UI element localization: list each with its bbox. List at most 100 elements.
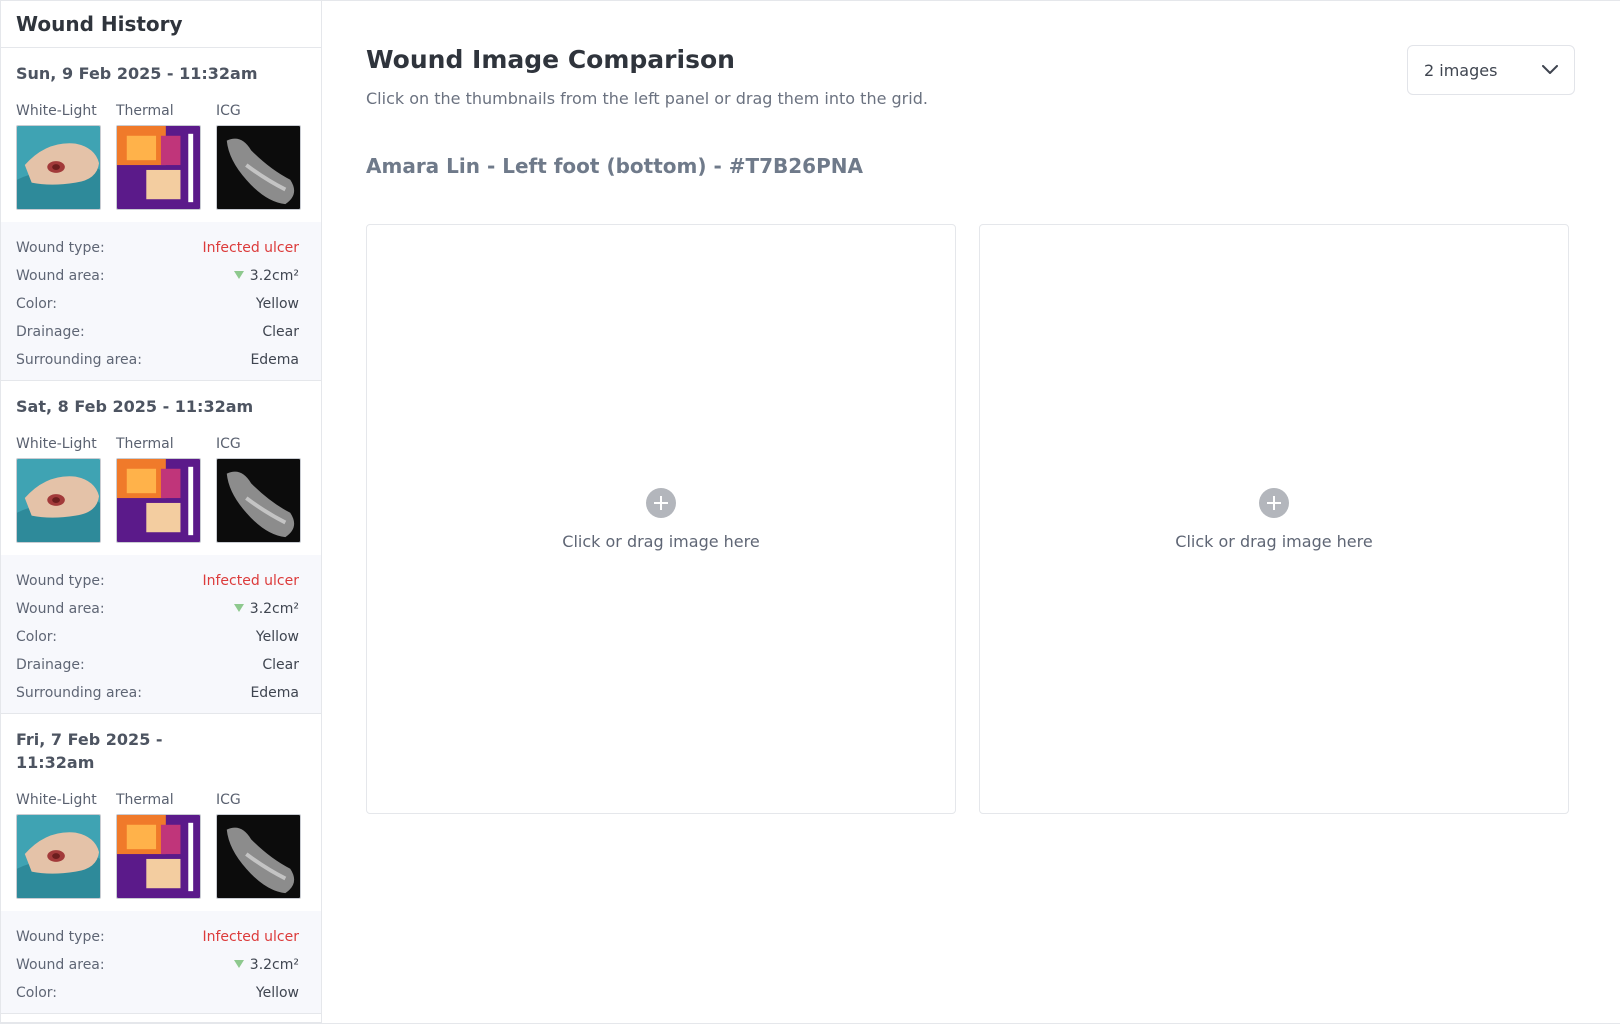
- prop-value: Yellow: [255, 985, 299, 1001]
- prop-value-wrap: 3.2cm²: [233, 601, 299, 617]
- thumbnail-row: White-Light Thermal ICG: [16, 792, 306, 899]
- prop-value: Infected ulcer: [202, 929, 299, 945]
- prop-value: 3.2cm²: [249, 268, 299, 284]
- prop-color: Color: Yellow: [16, 979, 299, 1007]
- prop-label: Surrounding area:: [16, 685, 142, 701]
- thumb-label: Thermal: [116, 103, 174, 119]
- history-entry[interactable]: Sat, 8 Feb 2025 - 11:32am White-Light Th…: [1, 381, 321, 714]
- thumb-label: White-Light: [16, 103, 97, 119]
- prop-label: Wound type:: [16, 573, 105, 589]
- prop-wound-area: Wound area: 3.2cm²: [16, 262, 299, 290]
- history-entry[interactable]: Fri, 7 Feb 2025 - 11:32am White-Light Th…: [1, 714, 321, 1014]
- thermal-image: [117, 459, 200, 542]
- thermal-thumbnail[interactable]: [116, 814, 201, 899]
- prop-value: 3.2cm²: [249, 601, 299, 617]
- prop-value: Infected ulcer: [202, 240, 299, 256]
- prop-label: Drainage:: [16, 657, 85, 673]
- select-value: 2 images: [1424, 60, 1498, 80]
- image-dropzone-2[interactable]: Click or drag image here: [979, 224, 1569, 814]
- prop-color: Color: Yellow: [16, 623, 299, 651]
- bottom-divider: [0, 1023, 1620, 1024]
- icg-image: [217, 815, 300, 898]
- sidebar-title: Wound History: [1, 1, 321, 48]
- thumb-icg[interactable]: ICG: [216, 436, 301, 543]
- white-light-thumbnail[interactable]: [16, 458, 101, 543]
- image-count-select[interactable]: 2 images: [1407, 45, 1575, 95]
- app-window: Wound History Sun, 9 Feb 2025 - 11:32am …: [0, 0, 1620, 1028]
- icg-thumbnail[interactable]: [216, 814, 301, 899]
- plus-circle-icon: [646, 487, 676, 518]
- prop-surrounding-area: Surrounding area: Edema: [16, 679, 299, 707]
- prop-wound-type: Wound type: Infected ulcer: [16, 234, 299, 262]
- prop-label: Color:: [16, 985, 58, 1001]
- dropzone-text: Click or drag image here: [1175, 531, 1373, 551]
- entry-properties: Wound type: Infected ulcer Wound area: 3…: [1, 222, 321, 380]
- entry-date: Fri, 7 Feb 2025 - 11:32am: [16, 730, 163, 772]
- thumb-icg[interactable]: ICG: [216, 103, 301, 210]
- thumb-label: Thermal: [116, 436, 174, 452]
- entry-header: Fri, 7 Feb 2025 - 11:32am White-Light Th…: [1, 714, 321, 911]
- thumbnail-row: White-Light Thermal ICG: [16, 436, 306, 543]
- thermal-thumbnail[interactable]: [116, 458, 201, 543]
- thumb-icg[interactable]: ICG: [216, 792, 301, 899]
- thermal-image: [117, 815, 200, 898]
- thumb-white-light[interactable]: White-Light: [16, 792, 101, 899]
- white-light-thumbnail[interactable]: [16, 125, 101, 210]
- thumb-thermal[interactable]: Thermal: [116, 792, 201, 899]
- thumb-label: White-Light: [16, 436, 97, 452]
- prop-wound-area: Wound area: 3.2cm²: [16, 951, 299, 979]
- patient-label: Amara Lin - Left foot (bottom) - #T7B26P…: [366, 154, 863, 178]
- thermal-thumbnail[interactable]: [116, 125, 201, 210]
- prop-label: Surrounding area:: [16, 352, 142, 368]
- thumb-thermal[interactable]: Thermal: [116, 436, 201, 543]
- prop-value: Edema: [250, 352, 299, 368]
- entry-properties: Wound type: Infected ulcer Wound area: 3…: [1, 555, 321, 713]
- chevron-down-icon: [1542, 65, 1558, 74]
- image-dropzone-1[interactable]: Click or drag image here: [366, 224, 956, 814]
- prop-drainage: Drainage: Clear: [16, 651, 299, 679]
- entry-properties: Wound type: Infected ulcer Wound area: 3…: [1, 911, 321, 1013]
- prop-label: Color:: [16, 629, 58, 645]
- page-title: Wound Image Comparison: [366, 45, 735, 74]
- prop-value: Yellow: [255, 296, 299, 312]
- icg-thumbnail[interactable]: [216, 125, 301, 210]
- prop-drainage: Drainage: Clear: [16, 318, 299, 346]
- prop-label: Drainage:: [16, 324, 85, 340]
- prop-value: Yellow: [255, 629, 299, 645]
- prop-value: Edema: [250, 685, 299, 701]
- icg-image: [217, 459, 300, 542]
- prop-value: 3.2cm²: [249, 957, 299, 973]
- thermal-image: [117, 126, 200, 209]
- thumb-label: Thermal: [116, 792, 174, 808]
- page-subtitle: Click on the thumbnails from the left pa…: [366, 89, 928, 108]
- entry-header: Sun, 9 Feb 2025 - 11:32am White-Light Th…: [1, 48, 321, 222]
- prop-color: Color: Yellow: [16, 290, 299, 318]
- thumb-white-light[interactable]: White-Light: [16, 103, 101, 210]
- wound-history-sidebar: Wound History Sun, 9 Feb 2025 - 11:32am …: [0, 1, 322, 1023]
- triangle-down-icon: [233, 960, 244, 968]
- thumb-label: ICG: [216, 792, 241, 808]
- thumb-white-light[interactable]: White-Light: [16, 436, 101, 543]
- white-light-thumbnail[interactable]: [16, 814, 101, 899]
- comparison-main: Wound Image Comparison Click on the thum…: [322, 1, 1620, 1028]
- prop-label: Wound area:: [16, 268, 105, 284]
- entry-date: Sat, 8 Feb 2025 - 11:32am: [16, 397, 254, 416]
- prop-value: Infected ulcer: [202, 573, 299, 589]
- thumbnail-row: White-Light Thermal ICG: [16, 103, 306, 210]
- foot-photo-image: [17, 126, 100, 209]
- prop-value: Clear: [262, 324, 299, 340]
- thumb-label: ICG: [216, 436, 241, 452]
- prop-label: Wound area:: [16, 957, 105, 973]
- thumb-thermal[interactable]: Thermal: [116, 103, 201, 210]
- entry-date: Sun, 9 Feb 2025 - 11:32am: [16, 64, 258, 83]
- triangle-down-icon: [233, 604, 244, 612]
- prop-label: Wound type:: [16, 929, 105, 945]
- history-entry[interactable]: Sun, 9 Feb 2025 - 11:32am White-Light Th…: [1, 48, 321, 381]
- icg-image: [217, 126, 300, 209]
- triangle-down-icon: [233, 271, 244, 279]
- prop-wound-type: Wound type: Infected ulcer: [16, 923, 299, 951]
- icg-thumbnail[interactable]: [216, 458, 301, 543]
- prop-value-wrap: 3.2cm²: [233, 268, 299, 284]
- foot-photo-image: [17, 459, 100, 542]
- prop-wound-area: Wound area: 3.2cm²: [16, 595, 299, 623]
